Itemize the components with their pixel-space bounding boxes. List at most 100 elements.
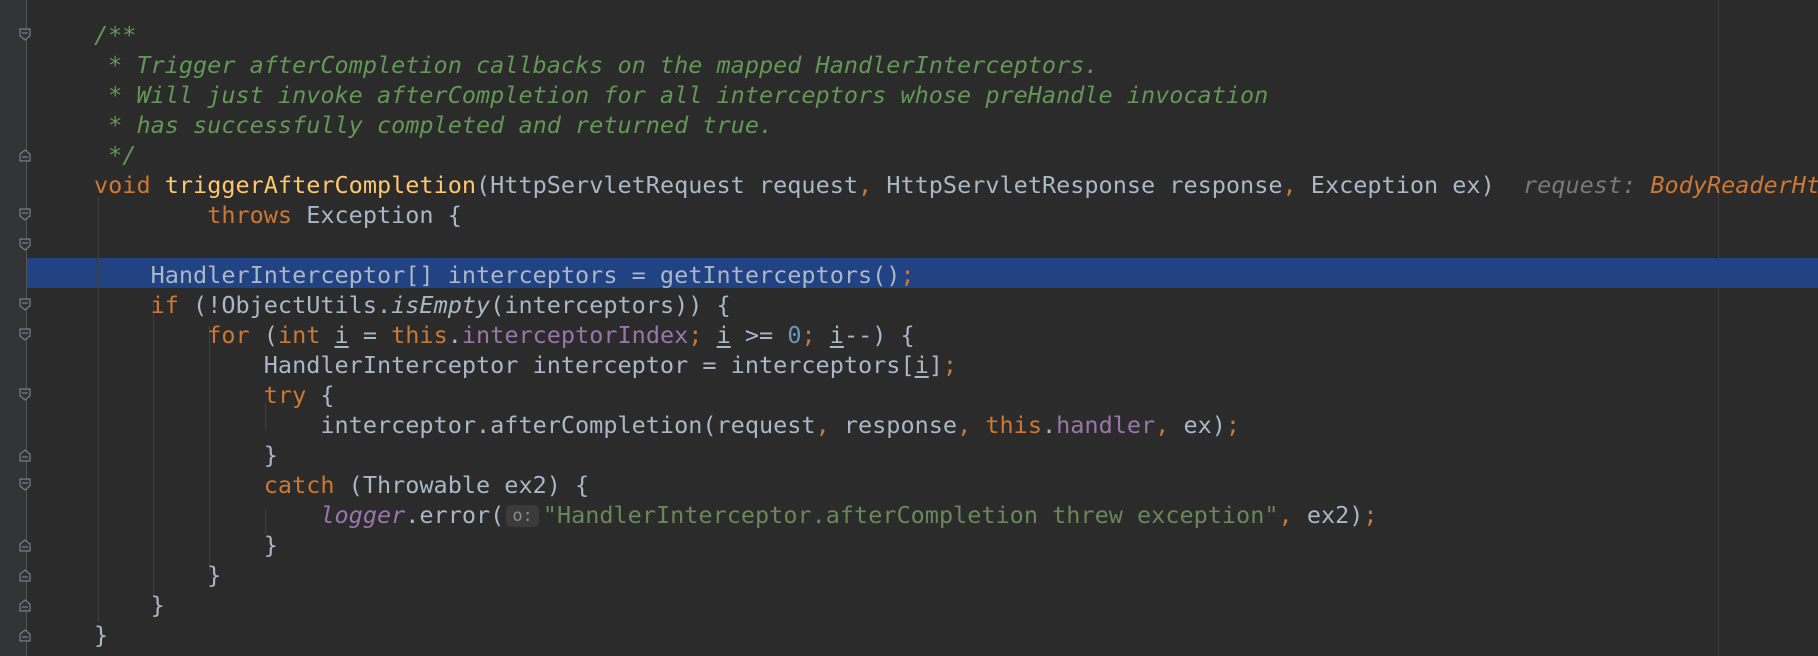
code-token: /** xyxy=(94,21,137,49)
inline-debug-value: request: xyxy=(1523,171,1651,199)
fold-close-icon[interactable] xyxy=(18,538,32,552)
code-token: i xyxy=(829,321,844,349)
code-token: , xyxy=(1278,501,1293,529)
code-line-16[interactable]: catch (Throwable ex2) { xyxy=(94,470,589,500)
fold-close-icon[interactable] xyxy=(18,448,32,462)
code-token: "HandlerInterceptor.afterCompletion thre… xyxy=(542,501,1279,529)
code-token: --) { xyxy=(843,321,915,349)
code-line-18[interactable]: } xyxy=(94,530,278,560)
code-token: isEmpty xyxy=(391,291,491,319)
code-token: (Throwable ex2) { xyxy=(348,471,590,499)
code-token: . xyxy=(1041,411,1057,439)
code-token: Exception { xyxy=(306,201,462,229)
code-line-19[interactable]: } xyxy=(94,560,221,590)
code-token: } xyxy=(94,531,278,559)
code-line-13[interactable]: try { xyxy=(94,380,335,410)
fold-open-icon[interactable] xyxy=(18,28,32,42)
code-token: try xyxy=(263,381,321,409)
code-token: i xyxy=(716,321,731,349)
code-token: } xyxy=(94,621,109,649)
code-token: = xyxy=(348,321,392,349)
code-token: response xyxy=(829,411,958,439)
code-token: this xyxy=(985,411,1042,439)
code-line-11[interactable]: for (int i = this.interceptorIndex; i >=… xyxy=(94,320,915,350)
code-line-7[interactable]: throws Exception { xyxy=(94,200,462,230)
code-token: logger xyxy=(320,501,406,529)
fold-open-icon[interactable] xyxy=(18,478,32,492)
code-token: ; xyxy=(942,351,958,379)
code-token: (!ObjectUtils. xyxy=(193,291,392,319)
code-token: ex2) xyxy=(1292,501,1364,529)
code-line-12[interactable]: HandlerInterceptor interceptor = interce… xyxy=(94,350,957,380)
fold-open-icon[interactable] xyxy=(18,298,32,312)
code-token: if xyxy=(150,291,194,319)
code-line-10[interactable]: if (!ObjectUtils.isEmpty(interceptors)) … xyxy=(94,290,731,320)
code-token: Exception ex) xyxy=(1296,171,1524,199)
code-token: this xyxy=(391,321,448,349)
code-token: catch xyxy=(263,471,349,499)
code-token: HandlerInterceptor interceptor = interce… xyxy=(94,351,915,379)
code-line-4[interactable]: * has successfully completed and returne… xyxy=(94,110,773,140)
fold-close-icon[interactable] xyxy=(18,628,32,642)
code-token: } xyxy=(94,591,165,619)
code-token: handler xyxy=(1056,411,1156,439)
code-line-20[interactable]: } xyxy=(94,590,165,620)
code-token: >= xyxy=(730,321,788,349)
code-token: ; xyxy=(1363,501,1378,529)
code-token: triggerAfterCompletion xyxy=(164,171,477,199)
code-token: { xyxy=(320,381,335,409)
code-line-9[interactable]: HandlerInterceptor[] interceptors = getI… xyxy=(94,260,915,290)
fold-close-icon[interactable] xyxy=(18,568,32,582)
code-token: , xyxy=(1282,171,1297,199)
code-token: for xyxy=(207,321,264,349)
code-line-3[interactable]: * Will just invoke afterCompletion for a… xyxy=(94,80,1268,110)
fold-close-icon[interactable] xyxy=(18,598,32,612)
parameter-hint: o: xyxy=(506,505,539,527)
code-token: interceptorIndex xyxy=(461,321,689,349)
code-line-6[interactable]: void triggerAfterCompletion(HttpServletR… xyxy=(94,170,1818,200)
fold-open-icon[interactable] xyxy=(18,388,32,402)
code-token: i xyxy=(334,321,349,349)
code-editor[interactable]: /** * Trigger afterCompletion callbacks … xyxy=(0,0,1818,656)
code-line-15[interactable]: } xyxy=(94,440,278,470)
code-line-21[interactable]: } xyxy=(94,620,108,650)
code-line-14[interactable]: interceptor.afterCompletion(request, res… xyxy=(94,410,1240,440)
code-token: } xyxy=(94,561,222,589)
code-token: , xyxy=(858,171,873,199)
code-line-17[interactable]: logger.error(o: "HandlerInterceptor.after… xyxy=(94,500,1378,530)
code-token: void xyxy=(94,171,165,199)
fold-open-icon[interactable] xyxy=(18,328,32,342)
right-margin-guide xyxy=(1718,0,1719,656)
code-token: , xyxy=(815,411,830,439)
code-token: HttpServletResponse response xyxy=(872,171,1283,199)
fold-open-icon[interactable] xyxy=(18,208,32,222)
code-line-1[interactable]: /** xyxy=(94,20,136,50)
code-token: */ xyxy=(94,141,137,169)
code-token: , xyxy=(1155,411,1170,439)
code-token: int xyxy=(277,321,335,349)
code-line-2[interactable]: * Trigger afterCompletion callbacks on t… xyxy=(94,50,1099,80)
code-token: ex) xyxy=(1169,411,1226,439)
code-token: * has successfully completed and returne… xyxy=(94,111,774,139)
code-token: ; xyxy=(801,321,816,349)
code-line-5[interactable]: */ xyxy=(94,140,136,170)
code-token: ( xyxy=(263,321,278,349)
code-token: HandlerInterceptor[] interceptors = getI… xyxy=(94,261,901,289)
code-token: (HttpServletRequest request xyxy=(476,171,859,199)
code-token: * Trigger afterCompletion callbacks on t… xyxy=(94,51,1099,79)
code-token: (interceptors)) { xyxy=(490,291,731,319)
fold-close-icon[interactable] xyxy=(18,148,32,162)
fold-open-icon[interactable] xyxy=(18,238,32,252)
code-token: .error( xyxy=(405,501,505,529)
code-token: , xyxy=(957,411,972,439)
code-token: ; xyxy=(688,321,703,349)
code-token: ; xyxy=(1225,411,1241,439)
